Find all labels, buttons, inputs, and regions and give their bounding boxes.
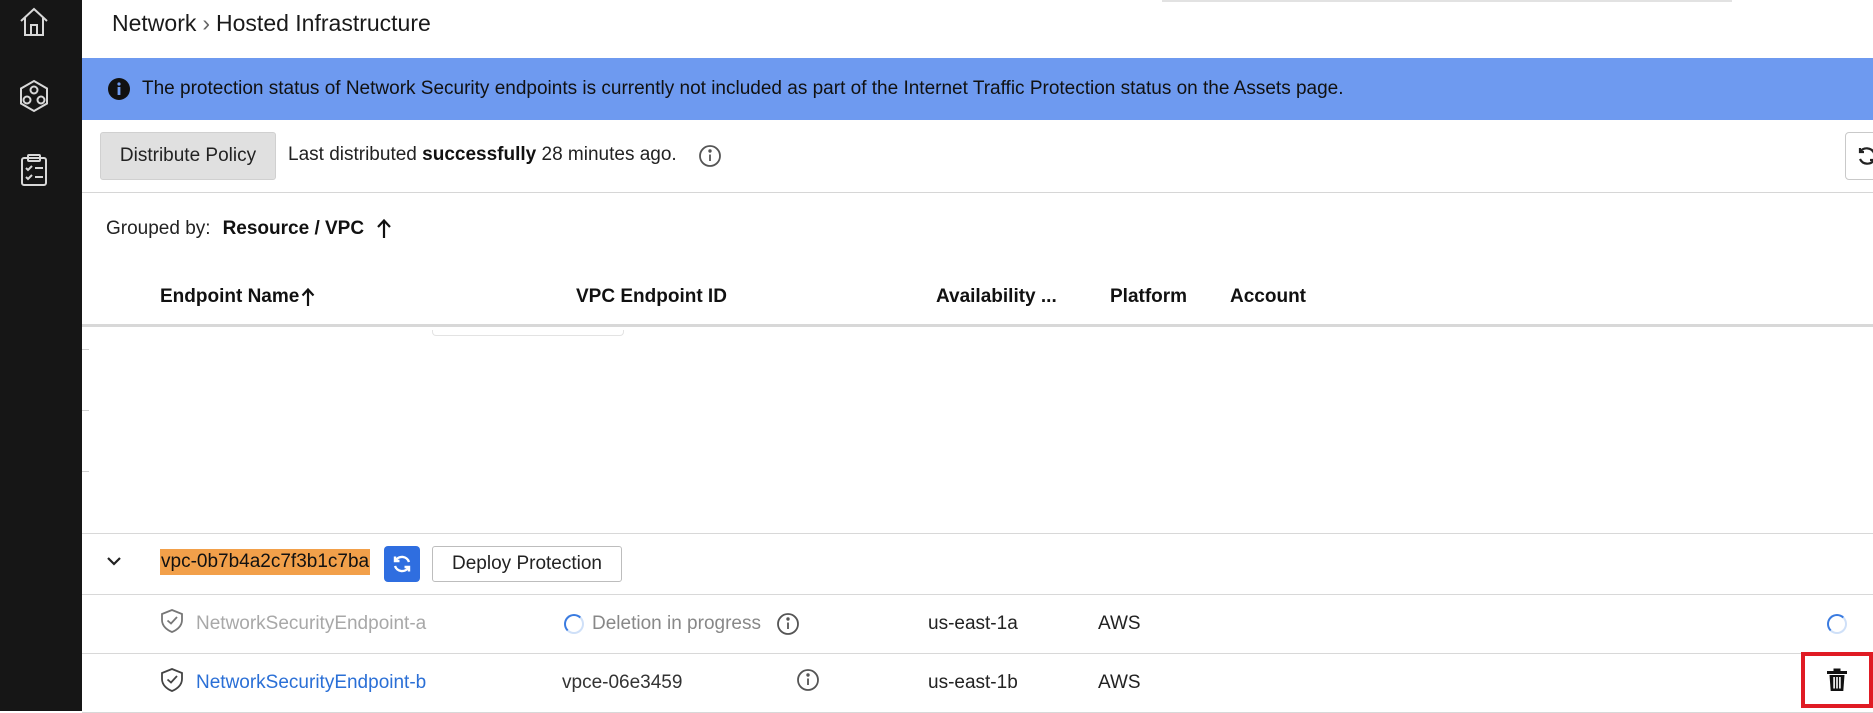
grouped-by-label: Grouped by: [106,218,211,239]
hexagon-network-icon [20,79,48,113]
grouped-by-value[interactable]: Resource / VPC [223,218,365,240]
table-empty-region [82,327,1873,534]
home-icon [20,7,48,36]
availability-zone: us-east-1b [928,672,1018,693]
nav-tasks[interactable] [14,150,54,190]
nav-home[interactable] [14,2,54,42]
col-endpoint-name[interactable]: Endpoint Name [160,286,315,308]
nav-network[interactable] [14,76,54,116]
info-circle-icon[interactable] [796,668,820,692]
endpoint-name: NetworkSecurityEndpoint-a [196,613,427,634]
col-vpc-endpoint-id[interactable]: VPC Endpoint ID [576,286,727,308]
table-row: NetworkSecurityEndpoint-b vpce-06e3459 u… [82,652,1873,713]
deploy-protection-button[interactable]: Deploy Protection [432,546,622,582]
clipboard-checklist-icon [21,154,47,186]
platform: AWS [1098,672,1141,693]
info-banner: The protection status of Network Securit… [82,58,1873,120]
left-nav-rail [0,0,82,711]
row-spinner [1827,613,1847,635]
shield-check-icon [161,609,183,633]
chevron-down-icon[interactable] [104,551,124,571]
deletion-status: Deletion in progress [564,613,761,635]
grouped-by: Grouped by: Resource / VPC [106,218,392,240]
breadcrumb-separator: › [202,10,211,36]
platform: AWS [1098,613,1141,634]
col-availability-zone[interactable]: Availability ... [936,286,1057,308]
info-circle-icon[interactable] [776,612,800,636]
info-icon [108,78,130,100]
row-tick [82,410,89,411]
loading-spinner-icon [1827,613,1847,634]
toolbar: Distribute Policy Last distributed succe… [82,122,1873,193]
vpc-group-row: vpc-0b7b4a2c7f3b1c7ba Deploy Protection [82,533,1873,595]
status-bold: successfully [422,144,537,165]
col-platform[interactable]: Platform [1110,286,1187,308]
vpc-id-label: vpc-0b7b4a2c7f3b1c7ba [160,549,371,575]
shield-check-icon [161,668,183,692]
breadcrumb-parent[interactable]: Network [112,10,196,36]
main-content: Network › Hosted Infrastructure The protec… [82,0,1873,713]
breadcrumb: Network › Hosted Infrastructure [112,10,431,37]
vpc-endpoint-id: vpce-06e3459 [562,672,682,693]
info-circle-icon[interactable] [698,144,722,168]
faint-divider [432,330,624,336]
trash-icon [1827,668,1847,691]
distribution-status: Last distributed successfully 28 minutes… [288,144,677,166]
col-account[interactable]: Account [1230,286,1306,308]
refresh-button[interactable] [1845,132,1873,180]
delete-endpoint-button[interactable] [1801,652,1873,708]
distribute-policy-button[interactable]: Distribute Policy [100,132,276,180]
sort-arrow-up-icon [302,287,315,306]
row-tick [82,349,89,350]
status-prefix: Last distributed [288,144,417,165]
col-endpoint-name-label: Endpoint Name [160,286,300,307]
table-row: NetworkSecurityEndpoint-a Deletion in pr… [82,595,1873,654]
topbar-field-edge [1162,0,1732,2]
deletion-status-text: Deletion in progress [592,613,761,634]
status-suffix: 28 minutes ago. [541,144,677,165]
table-header: Endpoint Name VPC Endpoint ID Availabili… [82,276,1873,327]
sort-ascending-icon[interactable] [376,218,392,240]
sync-vpc-button[interactable] [384,546,420,582]
loading-spinner-icon [564,613,584,634]
availability-zone: us-east-1a [928,613,1018,634]
endpoint-name-link[interactable]: NetworkSecurityEndpoint-b [196,672,426,694]
sync-icon [393,555,411,573]
refresh-icon [1858,147,1873,165]
banner-text: The protection status of Network Securit… [142,78,1344,99]
row-tick [82,471,89,472]
breadcrumb-current: Hosted Infrastructure [216,10,431,36]
